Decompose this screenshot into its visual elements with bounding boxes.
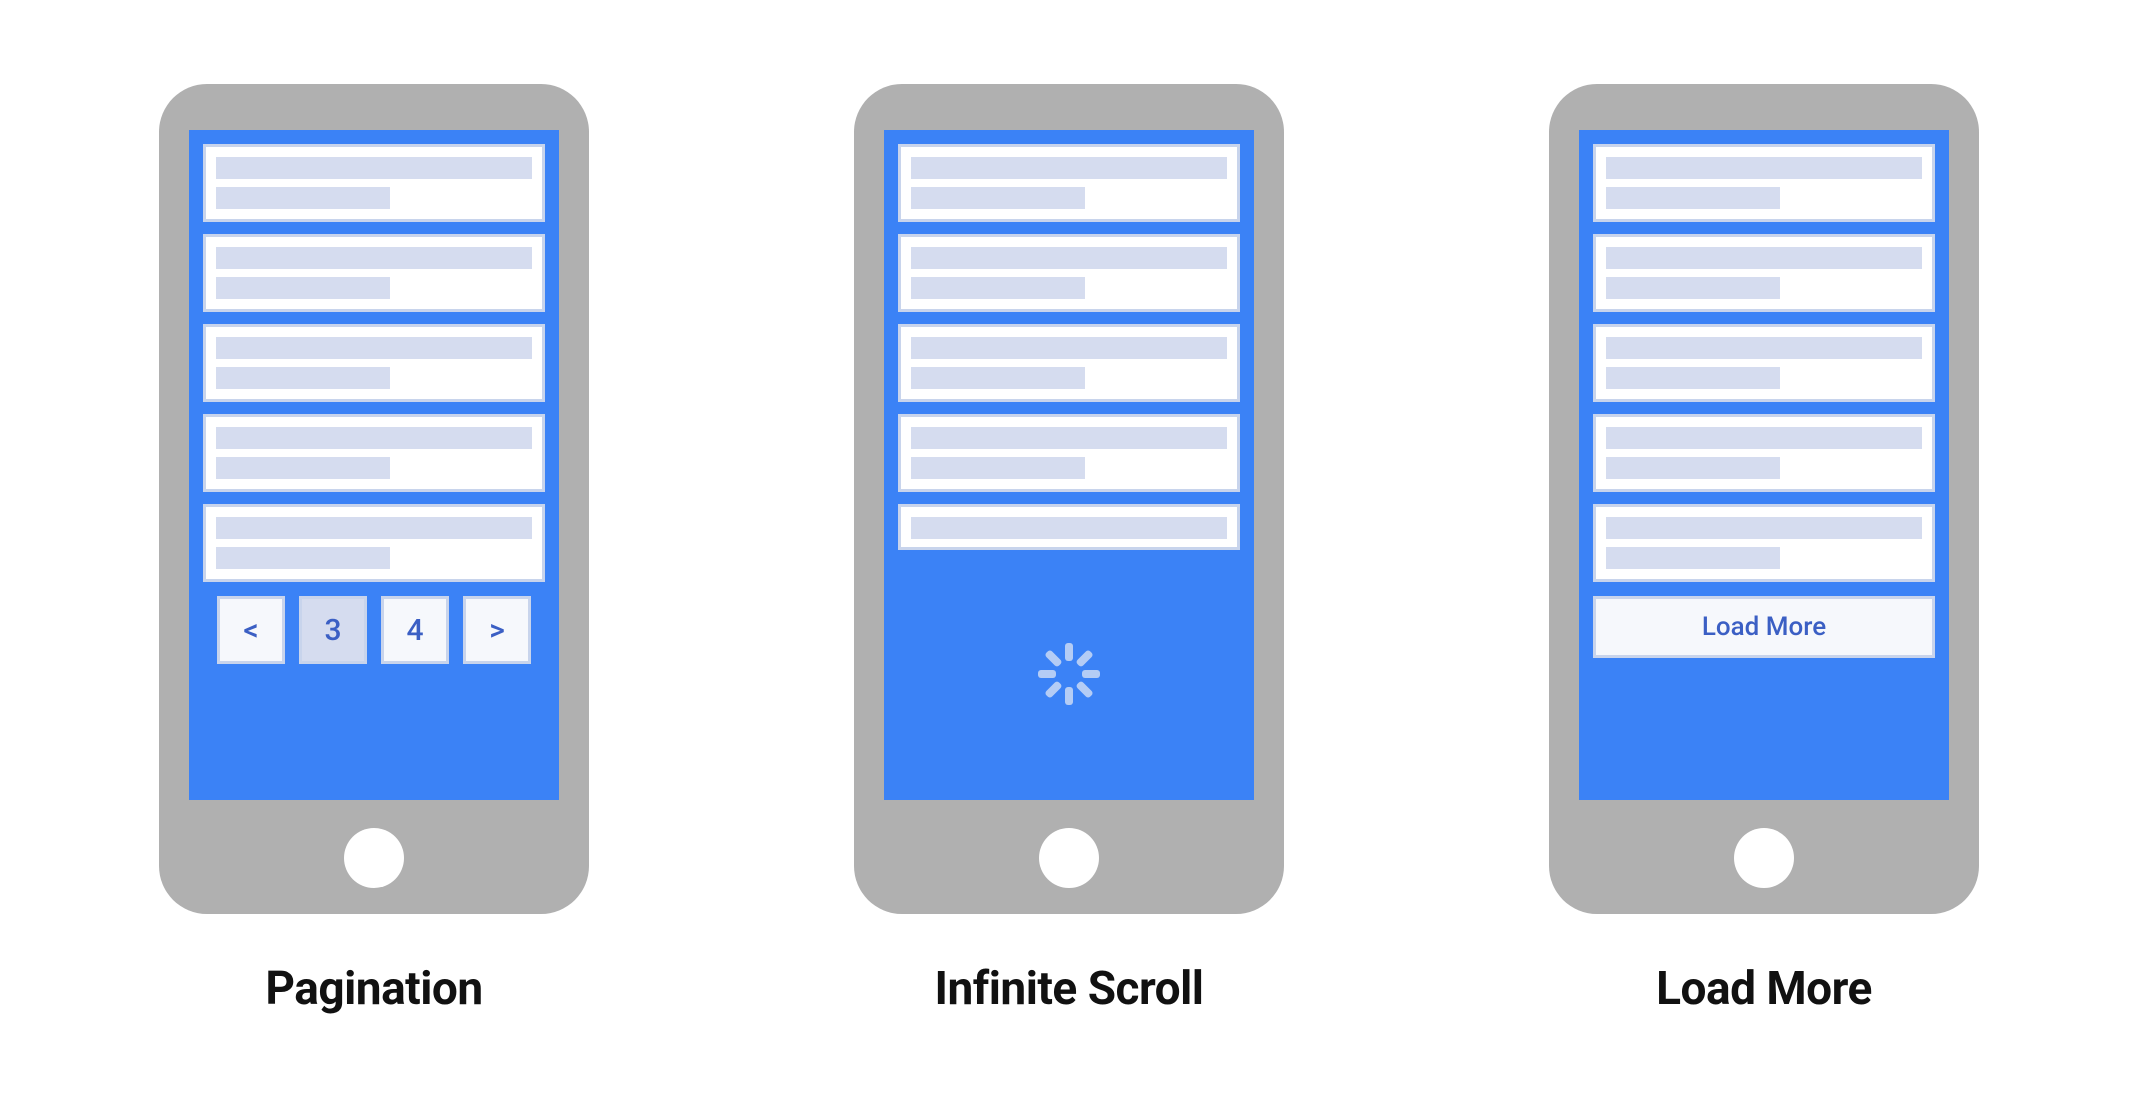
placeholder-line [216,337,532,359]
placeholder-line [216,367,390,389]
caption-infinite-scroll: Infinite Scroll [935,962,1204,1016]
pager-page-4-button[interactable]: 4 [381,596,449,664]
list-item [898,234,1240,312]
pager-next-button[interactable]: > [463,596,531,664]
infinite-scroll-column: Infinite Scroll [854,84,1284,1016]
phone-frame-loadmore: Load More [1549,84,1979,914]
placeholder-line [216,277,390,299]
placeholder-line [216,157,532,179]
list-item [203,504,545,582]
placeholder-line [911,517,1227,539]
placeholder-line [911,157,1227,179]
placeholder-line [216,427,532,449]
list-item [1593,504,1935,582]
list-item [898,414,1240,492]
placeholder-line [911,277,1085,299]
list-item [203,144,545,222]
load-more-button[interactable]: Load More [1593,596,1935,658]
phone-frame-pagination: < 3 4 > [159,84,589,914]
placeholder-line [911,457,1085,479]
placeholder-line [911,247,1227,269]
placeholder-line [1606,517,1922,539]
list-item [898,504,1240,550]
list-item [203,414,545,492]
caption-load-more: Load More [1656,962,1872,1016]
placeholder-line [911,367,1085,389]
placeholder-line [216,547,390,569]
placeholder-line [1606,157,1922,179]
pagination-controls: < 3 4 > [203,596,545,664]
phone-frame-infinite [854,84,1284,914]
phone-screen-loadmore: Load More [1579,130,1949,800]
placeholder-line [1606,457,1780,479]
list-item [1593,144,1935,222]
list-item [898,144,1240,222]
caption-pagination: Pagination [265,962,482,1016]
placeholder-line [911,187,1085,209]
pagination-column: < 3 4 > Pagination [159,84,589,1016]
list-item [1593,234,1935,312]
placeholder-line [216,457,390,479]
phone-screen-pagination: < 3 4 > [189,130,559,800]
placeholder-line [216,247,532,269]
pager-prev-button[interactable]: < [217,596,285,664]
list-item [203,324,545,402]
placeholder-line [1606,277,1780,299]
placeholder-line [216,187,390,209]
placeholder-line [216,517,532,539]
placeholder-line [911,427,1227,449]
list-item [203,234,545,312]
loading-area [898,562,1240,786]
placeholder-line [1606,427,1922,449]
list-item [898,324,1240,402]
list-item [1593,324,1935,402]
phone-screen-infinite [884,130,1254,800]
load-more-column: Load More Load More [1549,84,1979,1016]
placeholder-line [1606,547,1780,569]
placeholder-line [1606,337,1922,359]
list-item [1593,414,1935,492]
placeholder-line [1606,247,1922,269]
placeholder-line [1606,187,1780,209]
loading-spinner-icon [1038,643,1100,705]
diagram-container: < 3 4 > Pagination [119,84,2019,1016]
placeholder-line [911,337,1227,359]
placeholder-line [1606,367,1780,389]
pager-page-3-button[interactable]: 3 [299,596,367,664]
